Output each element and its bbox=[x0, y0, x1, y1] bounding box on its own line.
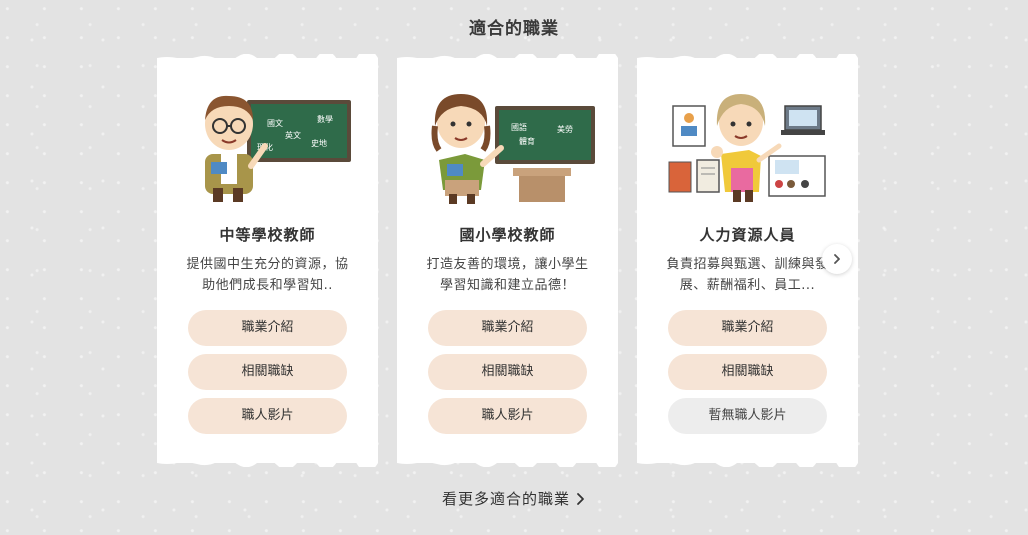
career-card: 國文 數學 英文 理化 史地 中等學校教師 提供國中生充分的資源，協助他們成長和… bbox=[157, 54, 378, 467]
chevron-right-icon bbox=[834, 254, 840, 264]
board-text: 英文 bbox=[285, 130, 301, 140]
chevron-right-icon bbox=[577, 493, 584, 505]
torn-edge-top bbox=[157, 54, 378, 62]
board-text: 史地 bbox=[311, 138, 327, 148]
career-title: 中等學校教師 bbox=[219, 226, 316, 244]
career-intro-button[interactable]: 職業介紹 bbox=[188, 310, 347, 346]
career-title: 國小學校教師 bbox=[459, 226, 556, 244]
board-text: 國文 bbox=[267, 118, 283, 128]
career-intro-button[interactable]: 職業介紹 bbox=[428, 310, 587, 346]
career-description: 打造友善的環境，讓小學生學習知識和建立品德！ bbox=[426, 257, 589, 293]
career-description: 負責招募與甄選、訓練與發展、薪酬福利、員工... bbox=[666, 257, 829, 293]
torn-edge-top bbox=[637, 54, 858, 62]
board-text: 數學 bbox=[317, 114, 333, 124]
primary-teacher-illustration: 國語 體育 美勞 bbox=[431, 94, 595, 204]
career-description: 提供國中生充分的資源，協助他們成長和學習知.. bbox=[186, 257, 349, 293]
no-video-button: 暫無職人影片 bbox=[668, 398, 827, 434]
board-text: 體育 bbox=[519, 136, 535, 146]
board-text: 美勞 bbox=[557, 124, 573, 134]
section-title: 適合的職業 bbox=[469, 19, 559, 39]
career-video-button[interactable]: 職人影片 bbox=[188, 398, 347, 434]
related-jobs-button[interactable]: 相關職缺 bbox=[668, 354, 827, 390]
torn-edge-bottom bbox=[157, 459, 378, 467]
see-more-label: 看更多適合的職業 bbox=[441, 490, 570, 508]
board-text: 國語 bbox=[511, 122, 527, 132]
see-more-link[interactable]: 看更多適合的職業 bbox=[0, 488, 1028, 509]
career-intro-button[interactable]: 職業介紹 bbox=[668, 310, 827, 346]
career-video-button[interactable]: 職人影片 bbox=[428, 398, 587, 434]
secondary-teacher-illustration: 國文 數學 英文 理化 史地 bbox=[205, 95, 351, 202]
torn-edge-bottom bbox=[637, 459, 858, 467]
career-title: 人力資源人員 bbox=[699, 226, 796, 244]
torn-edge-bottom bbox=[397, 459, 618, 467]
related-jobs-button[interactable]: 相關職缺 bbox=[428, 354, 587, 390]
related-jobs-button[interactable]: 相關職缺 bbox=[188, 354, 347, 390]
carousel-next-button[interactable] bbox=[822, 244, 852, 274]
career-card: 國語 體育 美勞 國小學校教師 打造友善的環境，讓小學生學習知識和建立品德！ 職… bbox=[397, 54, 618, 467]
hr-staff-illustration bbox=[668, 94, 826, 202]
torn-edge-top bbox=[397, 54, 618, 62]
